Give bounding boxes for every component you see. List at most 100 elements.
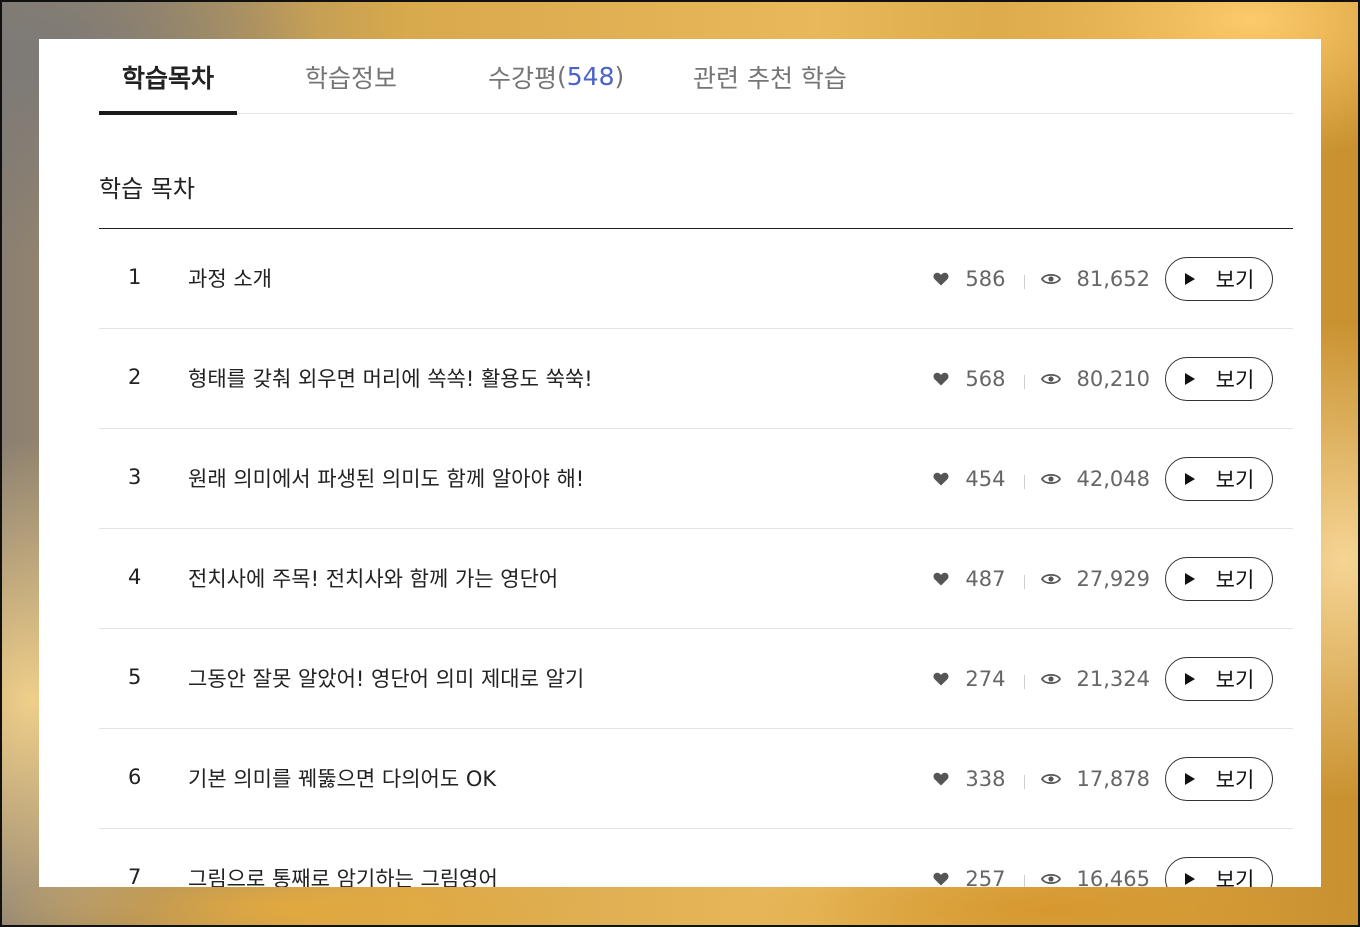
- stat-divider: [1023, 275, 1025, 289]
- lesson-stats: 338 17,878: [933, 765, 1150, 793]
- lesson-stats: 487 27,929: [933, 565, 1150, 593]
- view-button[interactable]: 보기: [1165, 657, 1273, 701]
- stat-divider: [1023, 575, 1025, 589]
- lesson-number: 1: [128, 265, 142, 289]
- stat-divider: [1023, 875, 1025, 887]
- heart-icon: [933, 572, 957, 586]
- lesson-list: 1 과정 소개 586 81,652 보기 2 형태를 갖춰 외우면 머리에 쏙쏙! 활용도…: [99, 228, 1293, 887]
- play-icon: [1184, 272, 1206, 286]
- lesson-title[interactable]: 그림으로 통째로 암기하는 그림영어: [188, 863, 498, 887]
- course-panel: 학습목차 학습정보 수강평(548) 관련 추천 학습 학습 목차 1 과정 소개…: [39, 39, 1321, 887]
- lesson-number: 5: [128, 665, 142, 689]
- tab-reviews-paren-open: (: [557, 62, 567, 91]
- view-stat: 17,878: [1040, 767, 1150, 791]
- lesson-number: 7: [128, 865, 142, 887]
- play-icon: [1184, 472, 1206, 486]
- lesson-stats: 257 16,465: [933, 865, 1150, 887]
- lesson-number: 2: [128, 365, 142, 389]
- play-icon: [1184, 372, 1206, 386]
- view-button[interactable]: 보기: [1165, 757, 1273, 801]
- like-stat: 487: [933, 567, 1006, 591]
- view-count: 42,048: [1076, 467, 1150, 491]
- section-title: 학습 목차: [99, 175, 195, 203]
- view-count: 21,324: [1076, 667, 1150, 691]
- like-stat: 568: [933, 367, 1006, 391]
- like-count: 338: [965, 767, 1006, 791]
- lesson-title[interactable]: 기본 의미를 꿰뚫으면 다의어도 OK: [188, 763, 496, 793]
- heart-icon: [933, 872, 957, 886]
- view-button[interactable]: 보기: [1165, 857, 1273, 887]
- tab-reviews-count: 548: [566, 62, 615, 91]
- view-count: 81,652: [1076, 267, 1150, 291]
- view-button-label: 보기: [1215, 368, 1255, 392]
- lesson-row: 3 원래 의미에서 파생된 의미도 함께 알아야 해! 454 42,048 보기: [99, 429, 1293, 529]
- lesson-row: 7 그림으로 통째로 암기하는 그림영어 257 16,465 보기: [99, 829, 1293, 887]
- play-icon: [1184, 572, 1206, 586]
- heart-icon: [933, 372, 957, 386]
- lesson-title[interactable]: 원래 의미에서 파생된 의미도 함께 알아야 해!: [188, 463, 584, 493]
- view-button[interactable]: 보기: [1165, 457, 1273, 501]
- view-stat: 42,048: [1040, 467, 1150, 491]
- like-count: 454: [965, 467, 1006, 491]
- view-button[interactable]: 보기: [1165, 257, 1273, 301]
- eye-icon: [1040, 472, 1069, 486]
- tab-reviews-paren-close: ): [614, 62, 625, 91]
- lesson-stats: 274 21,324: [933, 665, 1150, 693]
- like-count: 257: [965, 867, 1006, 887]
- lesson-title[interactable]: 과정 소개: [188, 263, 272, 293]
- like-count: 487: [965, 567, 1006, 591]
- view-count: 16,465: [1076, 867, 1150, 887]
- tab-bar: 학습목차 학습정보 수강평(548) 관련 추천 학습: [98, 39, 1293, 115]
- heart-icon: [933, 772, 957, 786]
- like-count: 586: [965, 267, 1006, 291]
- stat-divider: [1023, 775, 1025, 789]
- lesson-row: 2 형태를 갖춰 외우면 머리에 쏙쏙! 활용도 쑥쑥! 568 80,210 보기: [99, 329, 1293, 429]
- tab-reviews-label: 수강평: [488, 63, 558, 93]
- lesson-stats: 568 80,210: [933, 365, 1150, 393]
- lesson-row: 4 전치사에 주목! 전치사와 함께 가는 영단어 487 27,929 보기: [99, 529, 1293, 629]
- tab-contents[interactable]: 학습목차: [98, 39, 238, 115]
- view-count: 27,929: [1076, 567, 1150, 591]
- play-icon: [1184, 772, 1206, 786]
- tab-contents-label: 학습목차: [122, 63, 215, 93]
- lesson-title[interactable]: 그동안 잘못 알았어! 영단어 의미 제대로 알기: [188, 663, 584, 693]
- like-stat: 586: [933, 267, 1006, 291]
- view-count: 17,878: [1076, 767, 1150, 791]
- view-stat: 27,929: [1040, 567, 1150, 591]
- eye-icon: [1040, 572, 1069, 586]
- tab-info[interactable]: 학습정보: [305, 39, 397, 114]
- heart-icon: [933, 672, 957, 686]
- view-button[interactable]: 보기: [1165, 557, 1273, 601]
- tab-related-label: 관련 추천 학습: [693, 63, 847, 93]
- lesson-row: 6 기본 의미를 꿰뚫으면 다의어도 OK 338 17,878 보기: [99, 729, 1293, 829]
- view-button-label: 보기: [1215, 268, 1255, 292]
- view-count: 80,210: [1076, 367, 1150, 391]
- lesson-number: 4: [128, 565, 142, 589]
- view-stat: 16,465: [1040, 867, 1150, 887]
- lesson-number: 6: [128, 765, 142, 789]
- lesson-title[interactable]: 전치사에 주목! 전치사와 함께 가는 영단어: [188, 563, 558, 593]
- stat-divider: [1023, 375, 1025, 389]
- lesson-title[interactable]: 형태를 갖춰 외우면 머리에 쏙쏙! 활용도 쑥쑥!: [188, 363, 593, 393]
- tab-related[interactable]: 관련 추천 학습: [693, 39, 847, 114]
- tab-info-label: 학습정보: [305, 63, 398, 93]
- eye-icon: [1040, 372, 1069, 386]
- stat-divider: [1023, 675, 1025, 689]
- view-button[interactable]: 보기: [1165, 357, 1273, 401]
- eye-icon: [1040, 872, 1069, 886]
- view-stat: 81,652: [1040, 267, 1150, 291]
- view-stat: 21,324: [1040, 667, 1150, 691]
- like-stat: 257: [933, 867, 1006, 887]
- tab-reviews[interactable]: 수강평(548): [488, 39, 624, 114]
- lesson-row: 5 그동안 잘못 알았어! 영단어 의미 제대로 알기 274 21,324 보기: [99, 629, 1293, 729]
- lesson-stats: 586 81,652: [933, 265, 1150, 293]
- play-icon: [1184, 872, 1206, 886]
- lesson-row: 1 과정 소개 586 81,652 보기: [99, 229, 1293, 329]
- view-button-label: 보기: [1215, 768, 1255, 792]
- lesson-number: 3: [128, 465, 142, 489]
- like-stat: 454: [933, 467, 1006, 491]
- like-count: 274: [965, 667, 1006, 691]
- like-stat: 338: [933, 767, 1006, 791]
- stat-divider: [1023, 475, 1025, 489]
- play-icon: [1184, 672, 1206, 686]
